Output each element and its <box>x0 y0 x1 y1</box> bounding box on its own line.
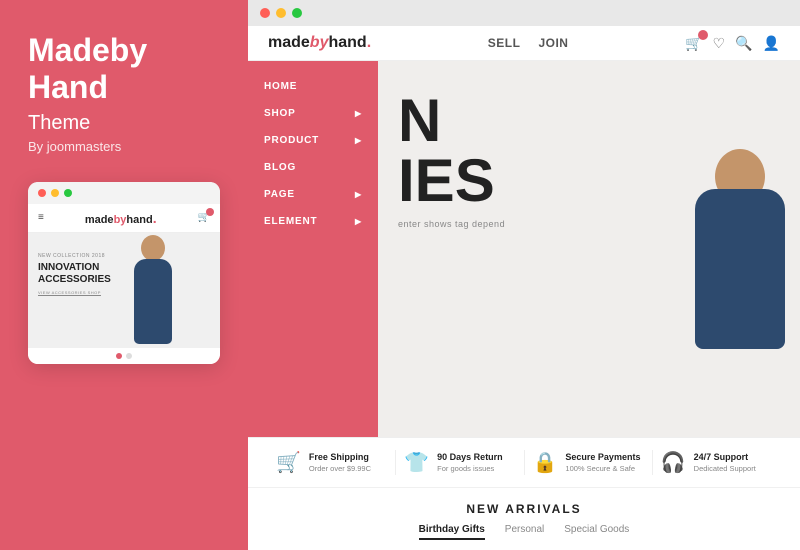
return-subtitle: For goods issues <box>437 464 503 473</box>
mini-cart-icon: 🛒 <box>198 212 210 223</box>
shipping-icon: 🛒 <box>276 450 301 475</box>
hero-letter-n: N <box>398 91 505 151</box>
hero-image <box>484 61 800 437</box>
site-body: HOME SHOP ▶ PRODUCT ▶ BLOG PAGE ▶ <box>248 61 800 437</box>
tab-birthday-gifts[interactable]: Birthday Gifts <box>419 524 485 540</box>
new-arrivals-title: NEW ARRIVALS <box>268 502 780 516</box>
new-arrivals-section: NEW ARRIVALS Birthday Gifts Personal Spe… <box>248 487 800 550</box>
search-icon[interactable]: 🔍 <box>735 35 752 52</box>
arrivals-tabs: Birthday Gifts Personal Special Goods <box>268 524 780 540</box>
mini-carousel-dots <box>28 348 220 364</box>
secure-icon: 🔒 <box>533 450 558 475</box>
mini-site-content: ≡ madebyhand. 🛒 NEW COLLECTION 2018 INNO… <box>28 204 220 364</box>
website-preview: madebyhand. SELL JOIN 🛒 ♡ 🔍 👤 HOME <box>248 26 800 550</box>
mini-hamburger-icon: ≡ <box>38 212 44 223</box>
site-header: madebyhand. SELL JOIN 🛒 ♡ 🔍 👤 <box>248 26 800 61</box>
theme-title: Madeby Hand <box>28 32 220 106</box>
left-panel: Madeby Hand Theme By joommasters ≡ madeb… <box>0 0 248 550</box>
mini-header-icons: 🛒 <box>198 212 210 223</box>
nav-join[interactable]: JOIN <box>538 36 568 50</box>
mini-browser-bar <box>28 182 220 204</box>
shipping-title: Free Shipping <box>309 452 371 462</box>
mini-dot-yellow <box>51 189 59 197</box>
mini-site-logo: madebyhand. <box>85 210 157 226</box>
sidebar-arrow-page: ▶ <box>355 190 362 199</box>
sidebar-arrow-shop: ▶ <box>355 109 362 118</box>
cart-badge <box>698 30 708 40</box>
hero-person-figure <box>680 149 800 349</box>
feature-free-shipping: 🛒 Free Shipping Order over $9.99C <box>268 450 396 475</box>
return-title: 90 Days Return <box>437 452 503 462</box>
hero-letter-ies: IES <box>398 151 505 211</box>
support-icon: 🎧 <box>661 450 686 475</box>
sidebar-arrow-element: ▶ <box>355 217 362 226</box>
return-icon: 👕 <box>404 450 429 475</box>
shipping-subtitle: Order over $9.99C <box>309 464 371 473</box>
secure-text: Secure Payments 100% Secure & Safe <box>565 452 640 473</box>
mini-site-header: ≡ madebyhand. 🛒 <box>28 204 220 233</box>
mini-hero-h1: INNOVATION ACCESSORIES <box>38 262 111 286</box>
secure-title: Secure Payments <box>565 452 640 462</box>
hero-person-body <box>695 189 785 349</box>
feature-support: 🎧 24/7 Support Dedicated Support <box>653 450 780 475</box>
sidebar-item-blog[interactable]: BLOG <box>248 154 378 181</box>
mini-hero-cta: VIEW ACCESSORIES SHOP <box>38 290 111 295</box>
return-text: 90 Days Return For goods issues <box>437 452 503 473</box>
right-panel: madebyhand. SELL JOIN 🛒 ♡ 🔍 👤 HOME <box>248 0 800 550</box>
mini-dot-red <box>38 189 46 197</box>
sidebar-item-element[interactable]: ELEMENT ▶ <box>248 208 378 235</box>
theme-author: By joommasters <box>28 139 220 154</box>
mini-cart-badge <box>206 208 214 216</box>
mini-person-shape <box>123 235 183 345</box>
sidebar-item-home[interactable]: HOME <box>248 73 378 100</box>
support-text: 24/7 Support Dedicated Support <box>694 452 756 473</box>
sidebar-item-page[interactable]: PAGE ▶ <box>248 181 378 208</box>
theme-subtitle: Theme <box>28 112 220 135</box>
mini-body <box>134 259 172 344</box>
mini-hero-area: NEW COLLECTION 2018 INNOVATION ACCESSORI… <box>28 233 220 348</box>
feature-return: 👕 90 Days Return For goods issues <box>396 450 524 475</box>
browser-chrome <box>248 0 800 26</box>
mini-hero-tag: NEW COLLECTION 2018 <box>38 253 111 259</box>
mini-dot-1 <box>116 353 122 359</box>
feature-secure: 🔒 Secure Payments 100% Secure & Safe <box>525 450 653 475</box>
browser-dot-green <box>292 8 302 18</box>
nav-sell[interactable]: SELL <box>488 36 521 50</box>
mini-browser-mockup: ≡ madebyhand. 🛒 NEW COLLECTION 2018 INNO… <box>28 182 220 364</box>
wishlist-icon[interactable]: ♡ <box>713 35 726 52</box>
browser-dot-red <box>260 8 270 18</box>
mini-dot-2 <box>126 353 132 359</box>
sidebar-item-product[interactable]: PRODUCT ▶ <box>248 127 378 154</box>
mini-head <box>141 235 165 261</box>
shipping-text: Free Shipping Order over $9.99C <box>309 452 371 473</box>
site-hero: N IES enter shows tag depend <box>378 61 800 437</box>
support-subtitle: Dedicated Support <box>694 464 756 473</box>
tab-special-goods[interactable]: Special Goods <box>564 524 629 540</box>
mini-hero-text: NEW COLLECTION 2018 INNOVATION ACCESSORI… <box>38 253 111 295</box>
site-sidebar: HOME SHOP ▶ PRODUCT ▶ BLOG PAGE ▶ <box>248 61 378 437</box>
site-nav: SELL JOIN <box>488 36 569 50</box>
hero-subtext: enter shows tag depend <box>398 219 505 229</box>
browser-dot-yellow <box>276 8 286 18</box>
features-strip: 🛒 Free Shipping Order over $9.99C 👕 90 D… <box>248 437 800 487</box>
tab-personal[interactable]: Personal <box>505 524 544 540</box>
mini-dot-green <box>64 189 72 197</box>
site-logo: madebyhand. <box>268 34 371 52</box>
sidebar-item-shop[interactable]: SHOP ▶ <box>248 100 378 127</box>
account-icon[interactable]: 👤 <box>763 35 780 52</box>
hero-text-area: N IES enter shows tag depend <box>398 91 505 229</box>
support-title: 24/7 Support <box>694 452 756 462</box>
cart-icon[interactable]: 🛒 <box>685 35 702 52</box>
site-header-icons: 🛒 ♡ 🔍 👤 <box>685 35 780 52</box>
sidebar-arrow-product: ▶ <box>355 136 362 145</box>
secure-subtitle: 100% Secure & Safe <box>565 464 640 473</box>
